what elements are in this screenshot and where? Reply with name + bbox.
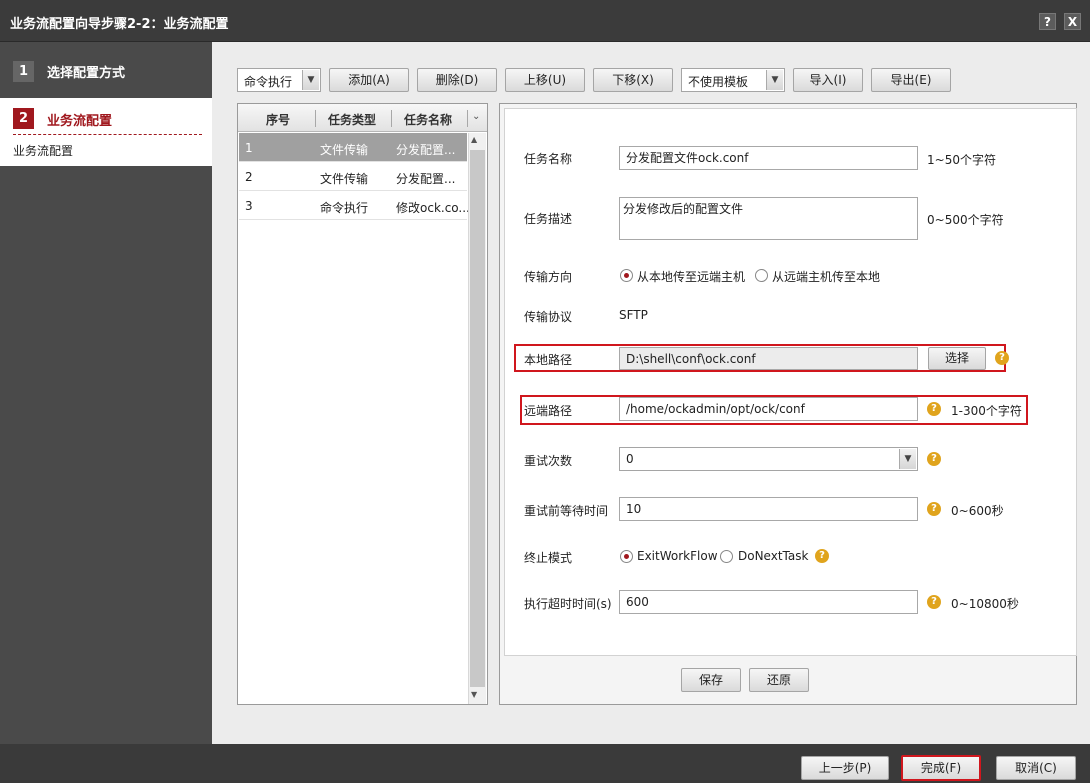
help-icon[interactable]: ?	[815, 549, 829, 563]
delete-button[interactable]: 删除(D)	[417, 68, 497, 92]
direction-label: 传输方向	[524, 270, 573, 284]
retry-count-value: 0	[626, 452, 634, 466]
col-header-index[interactable]: 序号	[266, 111, 290, 128]
task-name-label: 任务名称	[524, 152, 573, 166]
col-header-name[interactable]: 任务名称	[404, 111, 452, 128]
step-item-1[interactable]: 1 选择配置方式	[0, 56, 212, 84]
help-icon[interactable]: ?	[927, 402, 941, 416]
select-file-button[interactable]: 选择	[928, 347, 986, 370]
timeout-hint: 0~10800秒	[951, 597, 1019, 611]
prev-step-button[interactable]: 上一步(P)	[801, 756, 889, 780]
table-row[interactable]: 1 文件传输 分发配置...	[239, 133, 467, 162]
col-separator	[467, 110, 468, 127]
task-list-scrollbar[interactable]: ▲ ▼	[468, 133, 486, 704]
window-title: 业务流配置向导步骤2-2：业务流配置	[10, 17, 229, 32]
export-button[interactable]: 导出(E)	[871, 68, 951, 92]
wizard-sidebar: 1 选择配置方式 2 业务流配置 业务流配置	[0, 42, 212, 744]
direction-radio-upload[interactable]	[620, 269, 633, 282]
task-type-value: 命令执行	[244, 75, 293, 89]
stop-mode-label: 终止模式	[524, 551, 573, 565]
chevron-down-icon[interactable]: ▼	[302, 70, 319, 90]
wizard-footer: 上一步(P) 完成(F) 取消(C)	[0, 744, 1090, 783]
step-label-2: 业务流配置	[47, 114, 113, 129]
finish-button[interactable]: 完成(F)	[901, 755, 981, 781]
step-label-1: 选择配置方式	[47, 66, 126, 81]
direction-option-upload[interactable]: 从本地传至远端主机	[637, 268, 745, 285]
save-button[interactable]: 保存	[681, 668, 741, 692]
template-value: 不使用模板	[688, 75, 749, 89]
row-index: 3	[245, 199, 253, 213]
protocol-value: SFTP	[619, 308, 648, 322]
help-icon[interactable]: ?	[1039, 13, 1056, 30]
add-button[interactable]: 添加(A)	[329, 68, 409, 92]
stop-option-next[interactable]: DoNextTask	[738, 549, 808, 563]
row-index: 2	[245, 170, 253, 184]
remote-path-hint: 1-300个字符	[951, 404, 1022, 418]
direction-option-download[interactable]: 从远端主机传至本地	[772, 268, 880, 285]
stop-option-exit[interactable]: ExitWorkFlow	[637, 549, 718, 563]
help-icon[interactable]: ?	[927, 452, 941, 466]
template-select[interactable]: 不使用模板 ▼	[681, 68, 785, 92]
step-divider	[13, 134, 202, 135]
table-row[interactable]: 2 文件传输 分发配置...	[239, 162, 467, 191]
row-name: 分发配置...	[396, 172, 456, 186]
import-button[interactable]: 导入(I)	[793, 68, 863, 92]
chevron-down-icon[interactable]: ▼	[766, 70, 783, 90]
task-name-input[interactable]: 分发配置文件ock.conf	[619, 146, 918, 170]
step-number-1: 1	[13, 61, 34, 82]
column-menu-icon[interactable]: ⌄	[472, 111, 480, 122]
task-list-header: 序号 任务类型 任务名称 ⌄	[238, 104, 487, 132]
retry-wait-input[interactable]: 10	[619, 497, 918, 521]
stop-radio-next[interactable]	[720, 550, 733, 563]
move-up-button[interactable]: 上移(U)	[505, 68, 585, 92]
task-desc-label: 任务描述	[524, 212, 573, 226]
row-type: 命令执行	[320, 201, 369, 215]
row-type: 文件传输	[320, 172, 369, 186]
task-form	[504, 108, 1077, 656]
task-type-select[interactable]: 命令执行 ▼	[237, 68, 321, 92]
retry-count-select[interactable]: 0 ▼	[619, 447, 918, 471]
task-desc-textarea[interactable]: 分发修改后的配置文件	[619, 197, 918, 240]
retry-wait-label: 重试前等待时间	[524, 504, 609, 518]
task-desc-hint: 0~500个字符	[927, 213, 1004, 227]
col-separator	[315, 110, 316, 127]
scroll-thumb[interactable]	[470, 150, 485, 687]
step-sub-label[interactable]: 业务流配置	[13, 142, 73, 159]
col-separator	[391, 110, 392, 127]
help-icon[interactable]: ?	[927, 595, 941, 609]
restore-button[interactable]: 还原	[749, 668, 809, 692]
local-path-input[interactable]: D:\shell\conf\ock.conf	[619, 347, 918, 370]
col-header-type[interactable]: 任务类型	[328, 111, 376, 128]
timeout-input[interactable]: 600	[619, 590, 918, 614]
task-list: 序号 任务类型 任务名称 ⌄ 1 文件传输 分发配置... 2 文件传输 分发配…	[237, 103, 488, 705]
row-index: 1	[245, 141, 253, 155]
remote-path-label: 远端路径	[524, 404, 573, 418]
row-name: 修改ock.co...	[396, 201, 470, 215]
help-icon[interactable]: ?	[927, 502, 941, 516]
close-icon[interactable]: X	[1064, 13, 1081, 30]
row-name: 分发配置...	[396, 143, 456, 157]
title-bar: 业务流配置向导步骤2-2：业务流配置 ? X	[0, 0, 1090, 42]
move-down-button[interactable]: 下移(X)	[593, 68, 673, 92]
scroll-up-icon[interactable]: ▲	[471, 135, 477, 144]
step-number-2: 2	[13, 108, 34, 129]
cancel-button[interactable]: 取消(C)	[996, 756, 1076, 780]
row-type: 文件传输	[320, 143, 369, 157]
direction-radio-download[interactable]	[755, 269, 768, 282]
task-name-hint: 1~50个字符	[927, 153, 996, 167]
chevron-down-icon[interactable]: ▼	[899, 449, 916, 469]
stop-radio-exit[interactable]	[620, 550, 633, 563]
scroll-down-icon[interactable]: ▼	[471, 690, 477, 699]
local-path-label: 本地路径	[524, 353, 573, 367]
help-icon[interactable]: ?	[995, 351, 1009, 365]
remote-path-input[interactable]: /home/ockadmin/opt/ock/conf	[619, 397, 918, 421]
step-item-2[interactable]: 2 业务流配置 业务流配置	[0, 98, 212, 166]
retry-wait-hint: 0~600秒	[951, 504, 1004, 518]
protocol-label: 传输协议	[524, 310, 573, 324]
timeout-label: 执行超时时间(s)	[524, 597, 612, 611]
retry-count-label: 重试次数	[524, 454, 573, 468]
table-row[interactable]: 3 命令执行 修改ock.co...	[239, 191, 470, 220]
